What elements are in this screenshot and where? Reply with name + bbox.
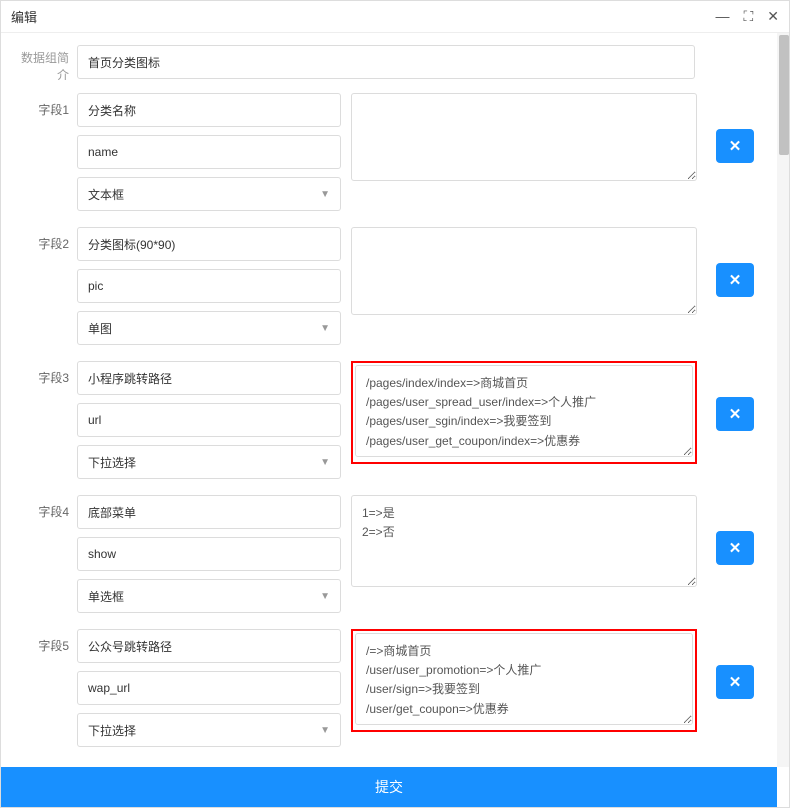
scrollbar-track[interactable] [777,33,789,767]
field-row: 字段2 单图 ▼ ✕ [1,223,789,349]
chevron-down-icon: ▼ [320,323,330,334]
edit-dialog: 编辑 — ⛶ ✕ 数据组简介 字段1 文本框 ▼ [0,0,790,808]
delete-field-button[interactable]: ✕ [716,397,754,431]
field-name-input[interactable] [77,629,341,663]
field-key-input[interactable] [77,269,341,303]
field-name-input[interactable] [77,93,341,127]
select-value: 下拉选择 [88,454,136,471]
select-value: 下拉选择 [88,722,136,739]
field-label: 字段2 [11,227,77,252]
field-type-select[interactable]: 单图 ▼ [77,311,341,345]
intro-label: 数据组简介 [11,41,77,83]
chevron-down-icon: ▼ [320,457,330,468]
delete-field-button[interactable]: ✕ [716,263,754,297]
field-row: 字段1 文本框 ▼ ✕ [1,89,789,215]
field-type-select[interactable]: 下拉选择 ▼ [77,713,341,747]
scrollbar-thumb[interactable] [779,35,789,155]
field-type-select[interactable]: 下拉选择 ▼ [77,445,341,479]
field-options-textarea[interactable] [351,495,697,587]
field-row: 字段4 单选框 ▼ ✕ [1,491,789,617]
field-label: 字段1 [11,93,77,118]
field-options-textarea[interactable] [355,365,693,457]
field-row: 字段3 下拉选择 ▼ ✕ [1,357,789,483]
window-title: 编辑 [11,7,715,26]
submit-button[interactable]: 提交 [1,767,777,807]
field-key-input[interactable] [77,537,341,571]
content-area: 数据组简介 字段1 文本框 ▼ ✕ 字段2 [1,33,789,807]
chevron-down-icon: ▼ [320,189,330,200]
field-name-input[interactable] [77,227,341,261]
intro-row: 数据组简介 [1,41,789,89]
field-label: 字段4 [11,495,77,520]
highlight-annotation [351,629,697,732]
minimize-icon[interactable]: — [715,8,729,25]
select-value: 单图 [88,320,112,337]
maximize-icon[interactable]: ⛶ [743,8,753,25]
field-options-textarea[interactable] [351,93,697,181]
field-options-textarea[interactable] [351,227,697,315]
intro-input[interactable] [77,45,695,79]
chevron-down-icon: ▼ [320,725,330,736]
field-type-select[interactable]: 单选框 ▼ [77,579,341,613]
delete-field-button[interactable]: ✕ [716,665,754,699]
field-key-input[interactable] [77,671,341,705]
field-name-input[interactable] [77,361,341,395]
delete-field-button[interactable]: ✕ [716,531,754,565]
field-label: 字段3 [11,361,77,386]
highlight-annotation [351,361,697,464]
field-row: 字段5 下拉选择 ▼ ✕ [1,625,789,751]
titlebar: 编辑 — ⛶ ✕ [1,1,789,33]
field-key-input[interactable] [77,135,341,169]
select-value: 单选框 [88,588,124,605]
select-value: 文本框 [88,186,124,203]
delete-field-button[interactable]: ✕ [716,129,754,163]
field-name-input[interactable] [77,495,341,529]
chevron-down-icon: ▼ [320,591,330,602]
field-label: 字段5 [11,629,77,654]
field-key-input[interactable] [77,403,341,437]
field-type-select[interactable]: 文本框 ▼ [77,177,341,211]
close-icon[interactable]: ✕ [767,8,779,25]
field-options-textarea[interactable] [355,633,693,725]
